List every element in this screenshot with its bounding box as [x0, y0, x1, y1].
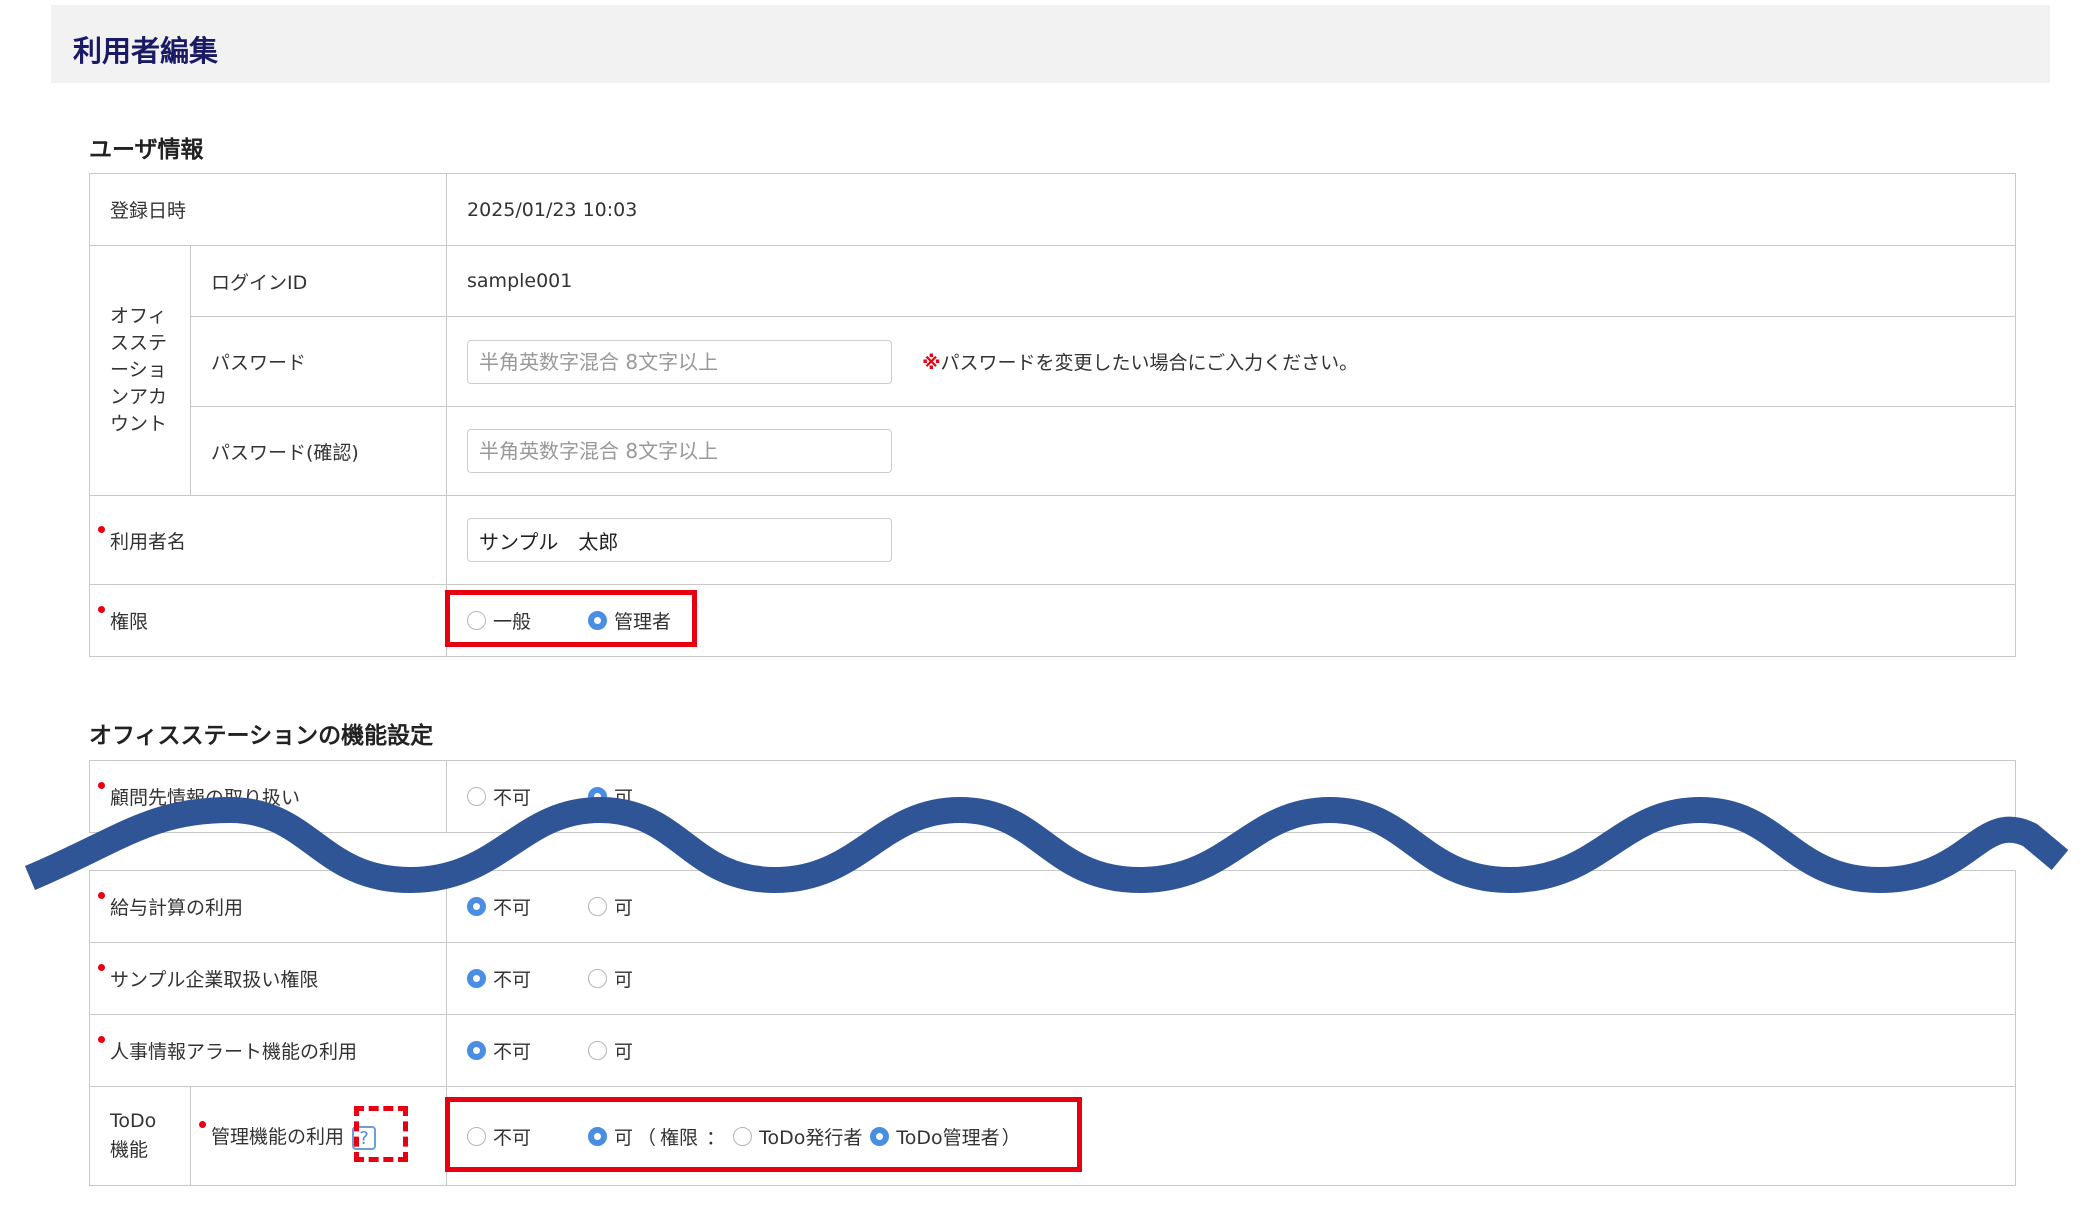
account-group-label: オフィ スステ ーショ ンアカ ウント	[89, 245, 191, 496]
payroll-option-ng-label: 不可	[493, 897, 532, 919]
page-title: 利用者編集	[73, 34, 219, 68]
radio-circle-selected[interactable]	[467, 897, 487, 916]
payroll-label: 給与計算の利用	[110, 897, 244, 919]
password-confirm-row: パスワード(確認)	[90, 406, 2016, 496]
hr-alert-label: 人事情報アラート機能の利用	[110, 1041, 358, 1063]
payroll-option-ok[interactable]: 可	[588, 893, 633, 920]
password-input[interactable]	[467, 339, 893, 384]
payroll-option-ok-label: 可	[614, 897, 634, 919]
client-info-cell: 不可 可	[446, 760, 2016, 833]
login-id-row: オフィ スステ ーショ ンアカ ウント ログインID sample001	[89, 245, 2016, 496]
client-info-option-ok[interactable]: 可	[588, 783, 633, 810]
sample-company-radio-group: 不可 可	[467, 965, 1995, 992]
feature-row-sample-company: サンプル企業取扱い権限 不可 可	[88, 942, 2016, 1015]
hr-alert-cell: 不可 可	[446, 1014, 2016, 1087]
todo-highlight-box	[445, 1097, 1082, 1172]
registered-label: 登録日時	[88, 173, 448, 246]
radio-circle[interactable]	[588, 1041, 608, 1060]
password-cell: ※パスワードを変更したい場合にご入力ください。	[446, 316, 2016, 407]
user-info-table: 登録日時 2025/01/23 10:03 オフィ スステ ーショ ンアカ ウン…	[88, 173, 2016, 657]
role-highlight-box	[445, 590, 697, 647]
sample-company-cell: 不可 可	[446, 942, 2016, 1015]
feature-row-payroll: 給与計算の利用 不可 可	[88, 870, 2016, 943]
registered-value: 2025/01/23 10:03	[446, 173, 2016, 246]
sample-company-label-cell: サンプル企業取扱い権限	[88, 942, 448, 1015]
password-note: ※パスワードを変更したい場合にご入力ください。	[922, 352, 1358, 374]
role-label-cell: 権限	[88, 584, 448, 657]
user-info-section-title: ユーザ情報	[89, 137, 204, 163]
client-info-option-ok-label: 可	[614, 787, 634, 809]
radio-circle[interactable]	[588, 969, 608, 988]
sample-company-label: サンプル企業取扱い権限	[110, 969, 319, 991]
user-name-label: 利用者名	[110, 530, 187, 553]
sample-company-option-ng-label: 不可	[493, 969, 532, 991]
client-info-label-cell: 顧問先情報の取り扱い	[89, 760, 447, 833]
hr-alert-label-cell: 人事情報アラート機能の利用	[88, 1014, 448, 1087]
radio-circle-selected[interactable]	[467, 1041, 487, 1060]
password-note-text: パスワードを変更したい場合にご入力ください。	[940, 352, 1359, 374]
payroll-radio-group: 不可 可	[467, 893, 1995, 920]
user-name-row: 利用者名	[88, 495, 2016, 585]
todo-label-cell: 管理機能の利用?	[189, 1086, 448, 1186]
role-label: 権限	[110, 611, 149, 633]
password-confirm-cell	[446, 406, 2016, 496]
sample-company-option-ok[interactable]: 可	[588, 965, 633, 992]
sample-company-option-ok-label: 可	[614, 969, 634, 991]
hr-alert-option-ng-label: 不可	[493, 1041, 532, 1063]
user-name-cell	[446, 495, 2016, 585]
client-info-label: 顧問先情報の取り扱い	[110, 787, 301, 809]
payroll-option-ng[interactable]: 不可	[467, 893, 588, 920]
client-info-option-ng[interactable]: 不可	[467, 783, 588, 810]
todo-group-label: ToDo 機能	[89, 1086, 191, 1186]
sample-company-option-ng[interactable]: 不可	[467, 965, 588, 992]
client-info-radio-group: 不可 可	[467, 783, 1995, 810]
role-row: 権限 一般 管理者	[88, 584, 2016, 657]
payroll-label-cell: 給与計算の利用	[88, 870, 448, 943]
hr-alert-option-ok[interactable]: 可	[588, 1037, 633, 1064]
user-name-input[interactable]	[467, 518, 893, 562]
todo-manage-label: 管理機能の利用	[211, 1126, 345, 1149]
page-header: 利用者編集	[51, 5, 2050, 83]
password-note-mark: ※	[922, 352, 941, 374]
features-section-title: オフィスステーションの機能設定	[89, 723, 434, 749]
user-name-label-cell: 利用者名	[88, 495, 448, 585]
password-confirm-input[interactable]	[467, 429, 893, 473]
login-id-value: sample001	[446, 245, 2016, 317]
payroll-cell: 不可 可	[446, 870, 2016, 943]
feature-row-hr-alert: 人事情報アラート機能の利用 不可 可	[88, 1014, 2016, 1087]
registered-row: 登録日時 2025/01/23 10:03	[88, 173, 2016, 246]
client-info-option-ng-label: 不可	[493, 787, 532, 809]
password-label: パスワード	[189, 316, 448, 407]
radio-circle-selected[interactable]	[467, 969, 487, 988]
hr-alert-option-ng[interactable]: 不可	[467, 1037, 588, 1064]
radio-circle[interactable]	[467, 787, 486, 806]
features-table-top: 顧問先情報の取り扱い 不可 可	[89, 760, 2016, 833]
radio-circle[interactable]	[588, 897, 608, 916]
password-row: パスワード ※パスワードを変更したい場合にご入力ください。	[90, 316, 2016, 407]
password-confirm-label: パスワード(確認)	[189, 406, 448, 496]
hr-alert-radio-group: 不可 可	[467, 1037, 1995, 1064]
feature-row-client-info: 顧問先情報の取り扱い 不可 可	[89, 760, 2016, 833]
radio-circle-selected[interactable]	[588, 787, 607, 806]
hr-alert-option-ok-label: 可	[614, 1041, 634, 1063]
login-id-label: ログインID	[189, 245, 448, 317]
help-highlight-box	[354, 1106, 408, 1162]
